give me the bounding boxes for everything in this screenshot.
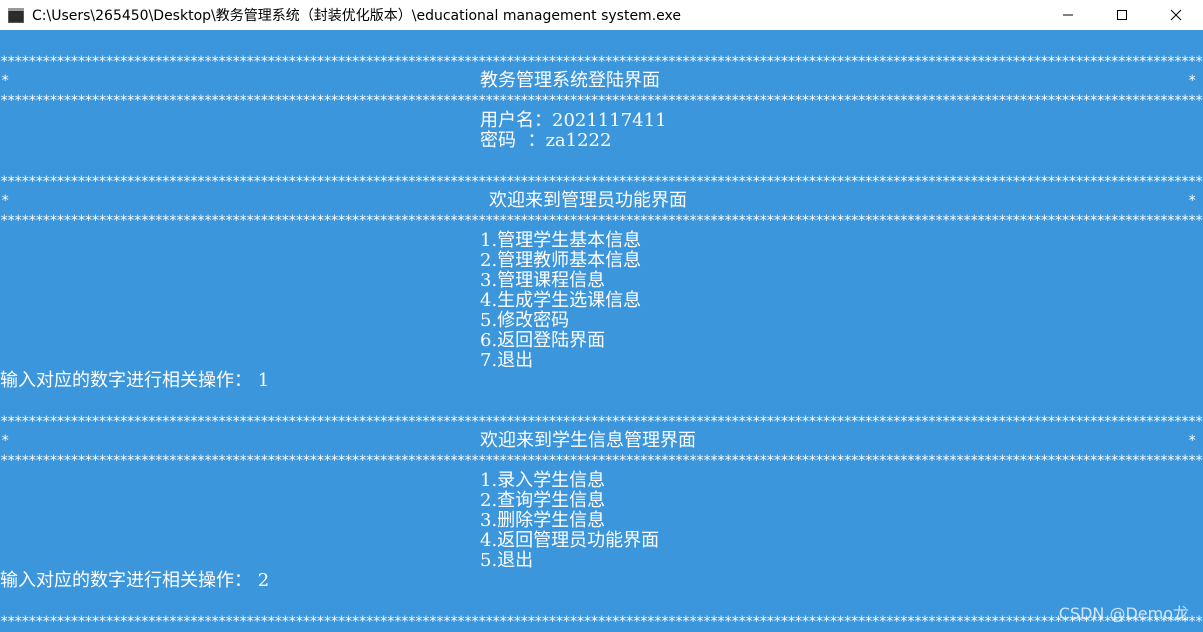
edge-star: *: [1, 73, 10, 89]
star-border: ****************************************…: [0, 174, 1203, 190]
star-border: ****************************************…: [0, 54, 1203, 70]
menu-item: 1.录入学生信息: [480, 470, 606, 491]
console-output[interactable]: ****************************************…: [0, 30, 1203, 632]
minimize-icon: [1063, 14, 1073, 16]
window-title: C:\Users\265450\Desktop\教务管理系统（封装优化版本）\e…: [32, 8, 681, 24]
csdn-watermark: CSDN @Demo龙: [1058, 604, 1189, 623]
star-border: ****************************************…: [0, 614, 1203, 630]
student-heading: 欢迎来到学生信息管理界面: [480, 430, 696, 451]
menu-item: 7.退出: [480, 350, 534, 371]
edge-star: *: [1188, 73, 1197, 89]
console-app-icon: [8, 7, 24, 23]
menu-item: 4.返回管理员功能界面: [480, 530, 660, 551]
console-window: C:\Users\265450\Desktop\教务管理系统（封装优化版本）\e…: [0, 0, 1203, 632]
close-icon: [1170, 9, 1182, 21]
menu-item: 2.查询学生信息: [480, 490, 606, 511]
maximize-button[interactable]: [1095, 0, 1149, 30]
menu-item: 3.删除学生信息: [480, 510, 606, 531]
star-border: ****************************************…: [0, 414, 1203, 430]
edge-star: *: [1188, 193, 1197, 209]
menu-item: 3.管理课程信息: [480, 270, 606, 291]
admin-heading: 欢迎来到管理员功能界面: [489, 190, 687, 211]
student-prompt: 输入对应的数字进行相关操作： 2: [0, 570, 270, 591]
login-heading: 教务管理系统登陆界面: [480, 70, 660, 91]
admin-prompt: 输入对应的数字进行相关操作： 1: [0, 370, 270, 391]
minimize-button[interactable]: [1041, 0, 1095, 30]
login-heading-row: * 教务管理系统登陆界面 *: [0, 71, 1203, 91]
title-bar[interactable]: C:\Users\265450\Desktop\教务管理系统（封装优化版本）\e…: [0, 0, 1203, 30]
maximize-icon: [1117, 10, 1127, 20]
star-border: ****************************************…: [0, 213, 1203, 229]
password-line: 密码 ：za1222: [480, 130, 612, 151]
menu-item: 5.修改密码: [480, 310, 570, 331]
username-line: 用户名：2021117411: [480, 110, 667, 131]
student-heading-row: * 欢迎来到学生信息管理界面 *: [0, 431, 1203, 451]
star-border: ****************************************…: [0, 93, 1203, 109]
edge-star: *: [1, 193, 10, 209]
menu-item: 5.退出: [480, 550, 534, 571]
menu-item: 4.生成学生选课信息: [480, 290, 642, 311]
star-border: ****************************************…: [0, 453, 1203, 469]
close-button[interactable]: [1149, 0, 1203, 30]
menu-item: 1.管理学生基本信息: [480, 230, 642, 251]
admin-heading-row: * 欢迎来到管理员功能界面 *: [0, 191, 1203, 211]
menu-item: 6.返回登陆界面: [480, 330, 606, 351]
menu-item: 2.管理教师基本信息: [480, 250, 642, 271]
edge-star: *: [1188, 433, 1197, 449]
edge-star: *: [1, 433, 10, 449]
